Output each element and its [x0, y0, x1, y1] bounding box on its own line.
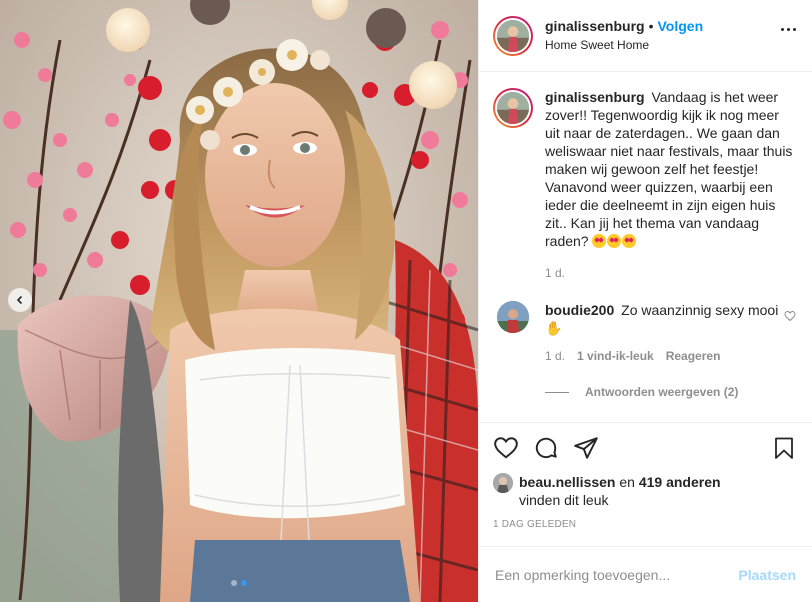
replies-line — [545, 391, 569, 393]
author-avatar[interactable] — [493, 15, 533, 56]
comment-time[interactable]: 1 d. — [545, 349, 565, 363]
caption-avatar-image — [497, 92, 529, 124]
liker-username[interactable]: beau.nellissen — [519, 474, 615, 490]
liker-avatar[interactable] — [493, 473, 513, 493]
bookmark-icon[interactable] — [772, 435, 796, 461]
commenter-avatar-image — [497, 301, 529, 333]
liker-avatar-image — [493, 473, 513, 493]
ok-hand-emoji-icon: ✋ — [545, 320, 563, 336]
comment-body-text: Zo waanzinnig sexy mooi — [621, 302, 779, 318]
comment-like-heart-icon[interactable] — [784, 309, 796, 325]
caption-time[interactable]: 1 d. — [545, 266, 793, 280]
likes-others[interactable]: 419 anderen — [639, 474, 721, 490]
share-icon[interactable] — [573, 435, 599, 461]
action-icons — [493, 433, 796, 463]
post-side-panel: ginalissenburg • Volgen Home Sweet Home — [478, 0, 812, 602]
add-comment-bar: Plaatsen — [479, 546, 812, 602]
more-options-icon[interactable] — [781, 28, 796, 31]
carousel-dot — [231, 580, 237, 586]
likes-summary: beau.nellissen en 419 anderen vinden dit… — [493, 473, 796, 509]
caption-text: ginalissenburg Vandaag is het weer zover… — [545, 88, 793, 250]
post-photo[interactable] — [0, 0, 478, 602]
carousel-indicator — [0, 580, 478, 586]
carousel-dot-active — [241, 580, 247, 586]
post-header: ginalissenburg • Volgen Home Sweet Home — [479, 0, 812, 72]
post-date[interactable]: 1 DAG GELEDEN — [493, 519, 796, 530]
comment-username[interactable]: boudie200 — [545, 302, 614, 318]
caption-avatar[interactable] — [493, 88, 533, 128]
post-comment-button[interactable]: Plaatsen — [738, 567, 796, 583]
author-username[interactable]: ginalissenburg — [545, 18, 645, 35]
heart-eyes-emoji-icon — [592, 234, 607, 248]
photo-scene — [0, 0, 478, 602]
carousel-prev-icon — [16, 295, 23, 305]
comment-text: boudie200 Zo waanzinnig sexy mooi ✋ — [545, 301, 785, 337]
heart-icon[interactable] — [493, 435, 519, 461]
post-location[interactable]: Home Sweet Home — [545, 37, 703, 54]
likes-suffix: vinden dit leuk — [519, 492, 609, 508]
heart-eyes-emoji-icon — [622, 234, 637, 248]
post-actions: beau.nellissen en 419 anderen vinden dit… — [479, 422, 812, 546]
comment-meta: 1 d. 1 vind-ik-leuk Reageren — [545, 349, 785, 363]
author-avatar-image — [497, 19, 529, 52]
comments-section: ginalissenburg Vandaag is het weer zover… — [479, 72, 812, 422]
commenter-avatar[interactable] — [497, 301, 529, 333]
view-replies-button[interactable]: Antwoorden weergeven (2) — [545, 385, 796, 399]
reply-button[interactable]: Reageren — [666, 349, 721, 363]
comment-likes[interactable]: 1 vind-ik-leuk — [577, 349, 654, 363]
instagram-post: ginalissenburg • Volgen Home Sweet Home — [0, 0, 812, 602]
heart-eyes-emoji-icon — [607, 234, 622, 248]
likes-text: beau.nellissen en 419 anderen vinden dit… — [519, 473, 721, 509]
caption-username[interactable]: ginalissenburg — [545, 89, 645, 105]
follow-button[interactable]: Volgen — [657, 18, 703, 35]
carousel-prev-button[interactable] — [8, 288, 32, 312]
separator-dot: • — [648, 17, 654, 34]
view-replies-label: Antwoorden weergeven (2) — [585, 385, 739, 399]
comment-input[interactable] — [495, 566, 739, 583]
caption: ginalissenburg Vandaag is het weer zover… — [493, 88, 796, 280]
comment-item: boudie200 Zo waanzinnig sexy mooi ✋ 1 d.… — [493, 301, 796, 363]
caption-body-text: Vandaag is het weer zover!! Tegenwoordig… — [545, 89, 793, 249]
comment-icon[interactable] — [533, 435, 559, 461]
likes-connector: en — [619, 474, 635, 490]
